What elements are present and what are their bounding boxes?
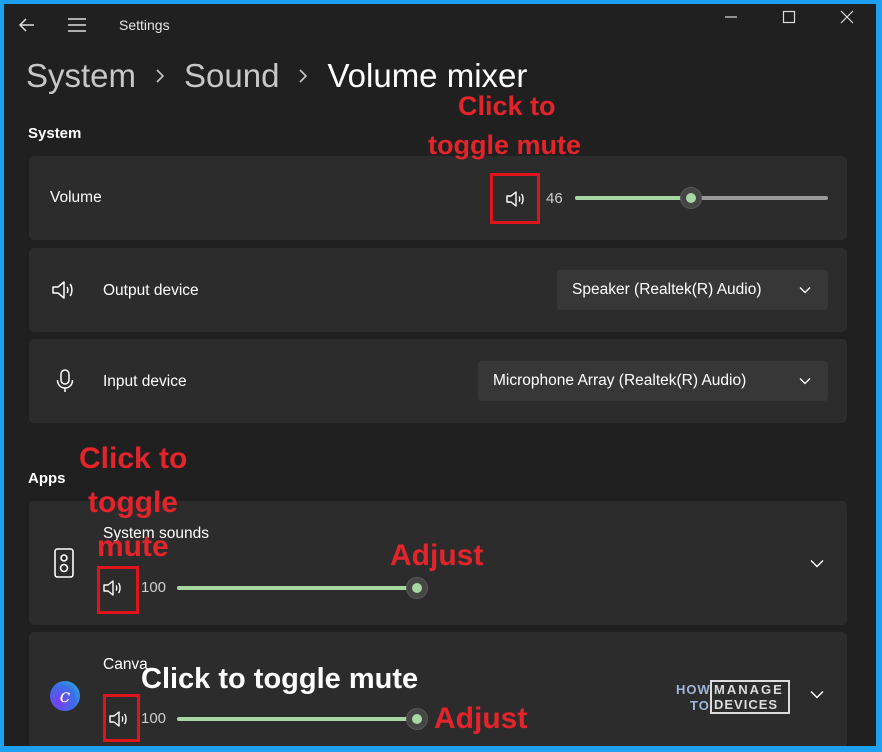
slider-fill <box>177 717 417 721</box>
annotation-sys-sounds-line2: toggle <box>88 486 178 519</box>
back-arrow-icon[interactable] <box>16 14 38 36</box>
settings-window: Settings System Sound Volume mixer Syste… <box>4 4 876 746</box>
annotation-system-line2: toggle mute <box>428 130 581 160</box>
hamburger-menu-icon[interactable] <box>66 14 88 36</box>
annotation-sys-sounds-adjust: Adjust <box>390 539 484 572</box>
breadcrumb-chevron-icon <box>279 61 327 91</box>
app-volume-value: 100 <box>141 710 167 727</box>
annotation-sys-sounds-line1: Click to <box>79 442 188 475</box>
system-heading: System <box>28 125 82 142</box>
app-volume-slider[interactable] <box>177 577 428 599</box>
annotation-mute-box <box>97 566 139 614</box>
slider-fill <box>177 586 417 590</box>
speaker-icon <box>50 276 78 304</box>
annotation-sys-sounds-line3: mute <box>97 530 169 563</box>
output-device-label: Output device <box>103 282 199 299</box>
output-device-card: Output device Speaker (Realtek(R) Audio) <box>29 248 847 332</box>
slider-thumb[interactable] <box>680 187 703 209</box>
breadcrumb-chevron-icon <box>136 61 184 91</box>
input-device-dropdown[interactable]: Microphone Array (Realtek(R) Audio) <box>478 361 828 401</box>
chevron-down-icon[interactable] <box>807 553 827 573</box>
chevron-down-icon <box>799 283 813 297</box>
input-device-value: Microphone Array (Realtek(R) Audio) <box>493 372 747 389</box>
window-title: Settings <box>119 17 170 33</box>
app-volume-slider[interactable] <box>177 708 428 730</box>
volume-slider[interactable] <box>575 187 828 209</box>
apps-heading: Apps <box>28 470 66 487</box>
chevron-down-icon <box>799 374 813 388</box>
slider-fill <box>575 196 692 200</box>
breadcrumb-sound[interactable]: Sound <box>184 57 279 95</box>
watermark-manage: MANAGE <box>714 682 784 697</box>
annotation-canva-adjust: Adjust <box>434 702 528 735</box>
annotation-canva-mute: Click to toggle mute <box>141 663 419 695</box>
breadcrumb-system[interactable]: System <box>26 57 136 95</box>
input-device-card: Input device Microphone Array (Realtek(R… <box>29 339 847 423</box>
slider-thumb[interactable] <box>406 577 428 599</box>
minimize-icon[interactable] <box>702 4 760 30</box>
annotation-mute-box <box>490 173 540 224</box>
microphone-icon <box>51 367 79 395</box>
maximize-icon[interactable] <box>760 4 818 30</box>
output-device-value: Speaker (Realtek(R) Audio) <box>572 281 762 298</box>
canva-logo-icon: c <box>50 681 80 711</box>
watermark-how: HOW <box>676 682 711 697</box>
input-device-label: Input device <box>103 373 187 390</box>
breadcrumb: System Sound Volume mixer <box>26 54 527 98</box>
volume-label: Volume <box>50 189 102 206</box>
window-controls <box>702 4 876 34</box>
output-device-dropdown[interactable]: Speaker (Realtek(R) Audio) <box>557 270 828 310</box>
volume-card: Volume 46 <box>29 156 847 240</box>
app-volume-value: 100 <box>141 579 167 596</box>
howto-manage-devices-watermark: HOW TO MANAGE DEVICES <box>676 676 792 716</box>
chevron-down-icon[interactable] <box>807 684 827 704</box>
watermark-devices: DEVICES <box>714 697 779 712</box>
volume-value: 46 <box>546 190 563 207</box>
watermark-to: TO <box>690 698 710 713</box>
annotation-mute-box <box>103 694 140 742</box>
close-icon[interactable] <box>818 4 876 30</box>
slider-thumb[interactable] <box>406 708 428 730</box>
title-bar: Settings <box>4 4 876 48</box>
system-sounds-icon <box>50 548 78 578</box>
annotation-system-line1: Click to <box>458 91 556 121</box>
